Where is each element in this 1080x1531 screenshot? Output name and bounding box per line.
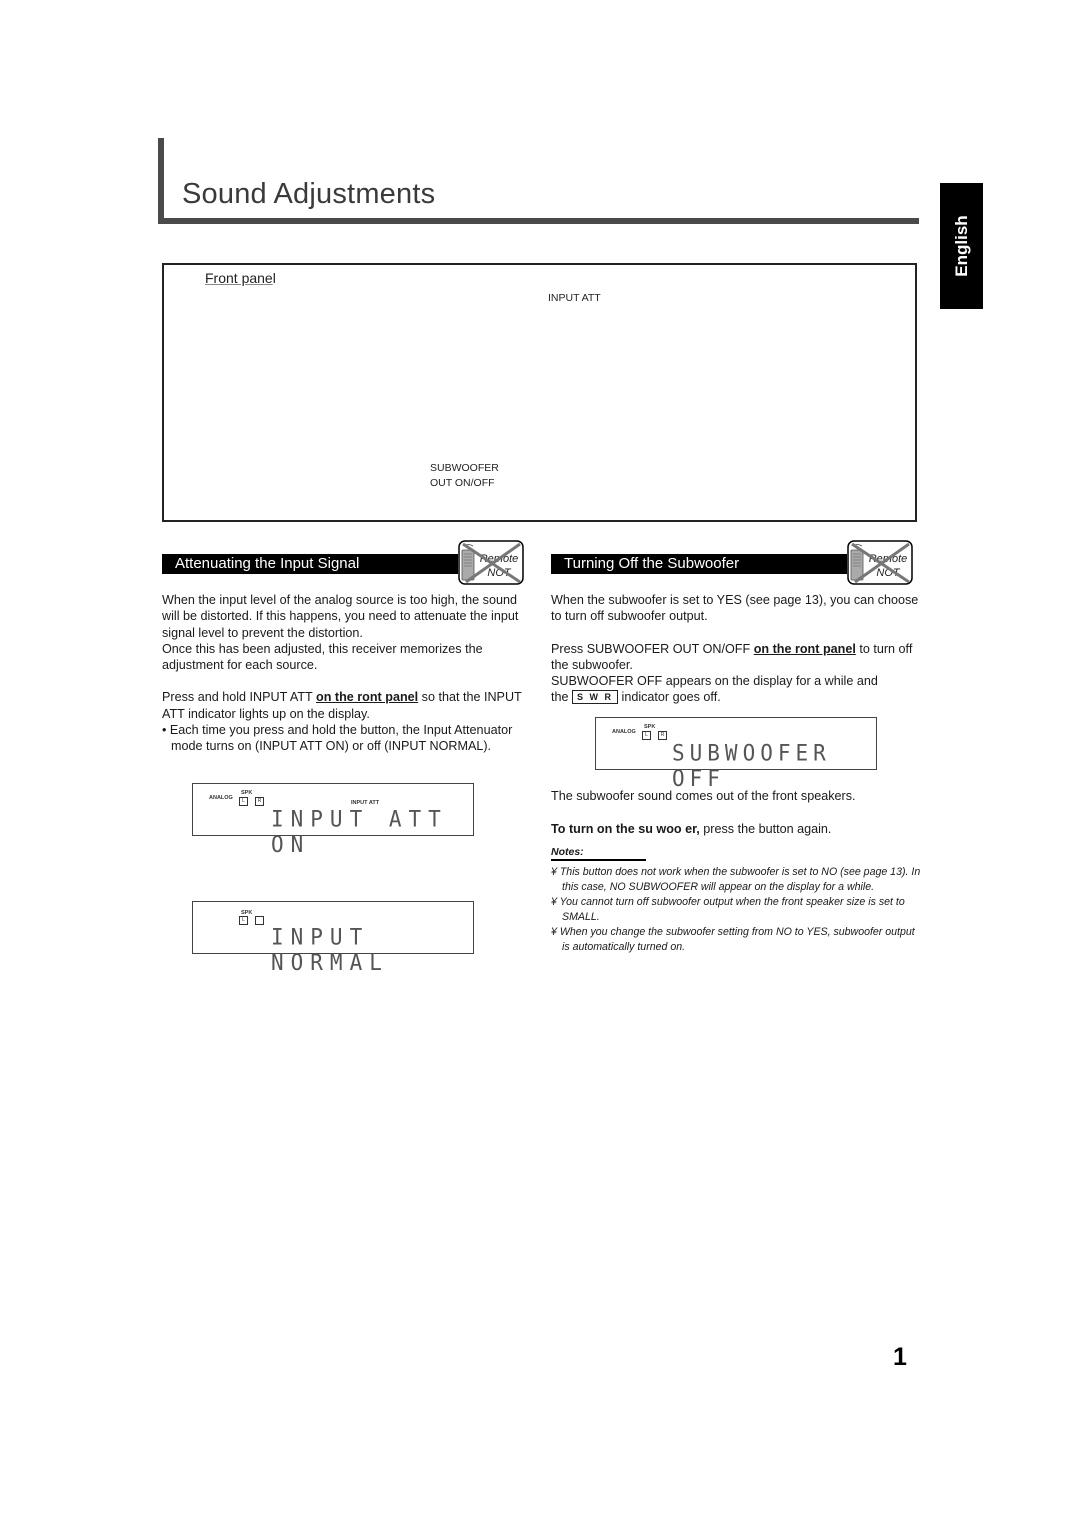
spk-left-box: L <box>642 731 651 740</box>
front-panel-label-underlined: Front pane <box>205 270 273 286</box>
language-tab-label: English <box>951 215 971 277</box>
attenuating-para2: Once this has been adjusted, this receiv… <box>162 641 483 673</box>
instr3-pre: the <box>551 690 573 705</box>
title-bar-vertical <box>158 138 164 224</box>
notes-list: ¥ This button does not work when the sub… <box>551 865 923 955</box>
analog-indicator: ANALOG <box>612 729 636 735</box>
front-panel-figure <box>162 263 917 522</box>
display-text: INPUT NORMAL <box>271 924 389 976</box>
turn-on-bold: To turn on the su woo er, <box>551 822 700 836</box>
display-text: INPUT ATT ON <box>271 806 448 858</box>
attenuating-body: When the input level of the analog sourc… <box>162 592 532 755</box>
instr-bold: on the ront panel <box>316 690 419 705</box>
notes-title: Notes: <box>551 846 584 858</box>
spk-indicator: SPK <box>644 724 656 730</box>
attenuating-para1: When the input level of the analog sourc… <box>162 593 519 640</box>
subwoofer-instruction3: the S W R indicator goes off. <box>551 689 921 705</box>
section-header-subwoofer: Turning Off the Subwoofer <box>551 554 847 574</box>
spk-right-box: R <box>255 797 264 806</box>
spk-right-box-off <box>255 916 264 925</box>
page-number: 1 <box>893 1343 907 1371</box>
attenuating-instruction: Press and hold INPUT ATT on the ront pan… <box>162 689 532 722</box>
front-panel-label-rest: l <box>272 270 276 286</box>
remote-not-badge-2: Remote NOT <box>847 540 913 585</box>
spk-right-box: R <box>658 731 667 740</box>
instr-pre: Press SUBWOOFER OUT ON/OFF <box>551 641 754 656</box>
display-input-att-on: ANALOG SPK L R INPUT ATT INPUT ATT ON <box>192 783 474 857</box>
subwoofer-body: When the subwoofer is set to YES (see pa… <box>551 592 921 706</box>
spk-left-box: L <box>239 916 248 925</box>
remote-not-icon: Remote NOT <box>458 540 524 585</box>
subwoofer-result: The subwoofer sound comes out of the fro… <box>551 789 856 803</box>
front-panel-label: Front panel <box>205 270 276 286</box>
analog-indicator: ANALOG <box>209 795 233 801</box>
subwoofer-callout-line1: SUBWOOFER <box>430 462 499 474</box>
spk-indicator: SPK <box>241 790 253 796</box>
instr-pre: Press and hold INPUT ATT <box>162 690 316 705</box>
note-item: ¥ When you change the subwoofer setting … <box>551 926 915 953</box>
language-tab: English <box>940 183 983 309</box>
page-title: Sound Adjustments <box>182 178 436 210</box>
turn-on-instruction: To turn on the su woo er, press the butt… <box>551 821 921 837</box>
subwoofer-callout-line2: OUT ON/OFF <box>430 477 495 489</box>
display-subwoofer-off: ANALOG SPK L R SUBWOOFER OFF <box>595 717 877 791</box>
attenuating-bullet: • Each time you press and hold the butto… <box>162 723 513 754</box>
section-header-attenuating: Attenuating the Input Signal <box>162 554 458 574</box>
instr3-post: indicator goes off. <box>618 690 721 705</box>
turn-on-rest: press the button again. <box>699 822 832 836</box>
notes-rule <box>551 859 646 861</box>
subwoofer-instruction2: SUBWOOFER OFF appears on the display for… <box>551 674 878 689</box>
subwoofer-para1: When the subwoofer is set to YES (see pa… <box>551 593 919 624</box>
title-bar-horizontal <box>158 218 919 224</box>
display-text: SUBWOOFER OFF <box>672 740 831 792</box>
input-att-indicator: INPUT ATT <box>351 800 380 806</box>
display-input-normal: SPK L INPUT NORMAL <box>192 901 474 975</box>
subwoofer-instruction: Press SUBWOOFER OUT ON/OFF on the ront p… <box>551 641 921 674</box>
note-item: ¥ You cannot turn off subwoofer output w… <box>551 896 905 923</box>
input-att-callout: INPUT ATT <box>548 292 601 304</box>
spk-left-box: L <box>239 797 248 806</box>
instr-bold: on the ront panel <box>753 641 856 656</box>
swr-indicator: S W R <box>572 690 619 705</box>
remote-not-icon: Remote NOT <box>847 540 913 585</box>
remote-not-badge: Remote NOT <box>458 540 524 585</box>
note-item: ¥ This button does not work when the sub… <box>551 866 921 893</box>
